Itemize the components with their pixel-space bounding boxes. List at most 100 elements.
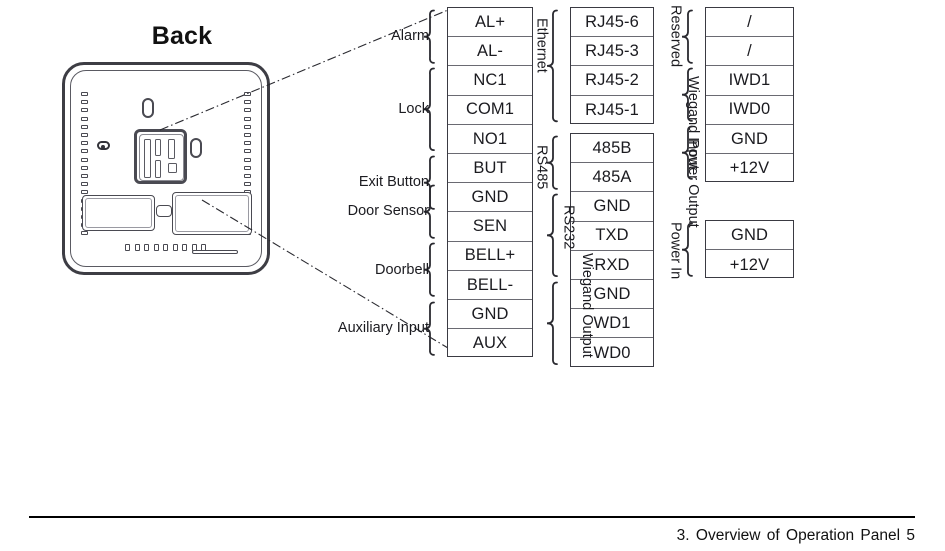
terminal-pin-label: GND (593, 284, 631, 303)
terminal-pin-label: RJ45-2 (585, 71, 639, 90)
pin-header-2 (155, 139, 161, 156)
mount-hole-top (142, 98, 154, 118)
vent-slot (81, 92, 88, 96)
connector-block (134, 129, 187, 184)
vent-slot (172, 244, 178, 251)
tamper-switch-icon (97, 141, 110, 150)
terminal-group-label: Ethernet (533, 18, 550, 73)
terminal-pin-label: GND (471, 304, 509, 323)
vent-slot (182, 244, 187, 251)
vent-slot (81, 157, 88, 162)
vent-slot (134, 244, 140, 251)
group-brace (546, 193, 558, 277)
vent-slot (81, 124, 88, 129)
vent-slot (244, 141, 251, 146)
terminal-group-label: Alarm (391, 28, 429, 45)
terminal-pin-label: AL- (477, 42, 503, 61)
terminal-pin-label: 485A (592, 168, 632, 187)
vent-slot (81, 231, 88, 236)
terminal-pin-row: +12V (706, 250, 793, 279)
terminal-pin-label: IWD0 (728, 100, 771, 119)
vent-slot (244, 92, 251, 96)
vent-slot (244, 108, 251, 113)
vent-slot (244, 182, 251, 187)
terminal-group-label: Wiegand Output (579, 252, 595, 358)
vent-slot (163, 244, 168, 251)
bottom-slot (192, 250, 238, 254)
vent-slot (81, 149, 88, 154)
footer-caption: 3. Overview of Operation Panel 5 (676, 527, 915, 544)
pin-header-4 (168, 139, 175, 159)
label-plate-left-inner (85, 198, 152, 228)
vent-slot (81, 182, 88, 187)
terminal-pin-label: +12V (729, 255, 770, 274)
terminal-pin-label: IWD1 (728, 71, 771, 90)
terminal-pin-row: GND (448, 300, 532, 330)
diagram-page: Back AL+ AL- NC1 COM1 NO1 BUT GND SEN BE… (0, 0, 945, 551)
terminal-pin-label: / (747, 42, 752, 61)
vent-slot (81, 190, 88, 195)
terminal-pin-row: RJ45-1 (571, 96, 653, 125)
terminal-pin-row: NO1 (448, 125, 532, 154)
center-nub (156, 205, 172, 217)
label-plate-right-inner (175, 195, 249, 232)
vent-slot (144, 244, 149, 251)
label-plate-left (82, 195, 155, 231)
terminal-pin-row: BELL+ (448, 242, 532, 271)
terminal-pin-label: / (747, 12, 752, 31)
label-plate-right (172, 192, 252, 235)
terminal-pin-label: BELL+ (464, 246, 516, 265)
terminal-pin-row: BUT (448, 154, 532, 184)
terminal-pin-row: IWD0 (706, 96, 793, 125)
terminal-pin-label: GND (593, 197, 631, 216)
terminal-group-label: Doorbell (375, 261, 429, 278)
reserved-wiegand-power-terminal-strip: / / IWD1 IWD0 GND +12V (705, 7, 794, 183)
terminal-pin-row: NC1 (448, 66, 532, 96)
vent-slot (125, 244, 130, 251)
terminal-pin-row: GND (571, 192, 653, 222)
terminal-pin-label: GND (471, 187, 509, 206)
vent-slot (81, 174, 88, 178)
terminal-pin-row: COM1 (448, 96, 532, 125)
terminal-pin-label: NO1 (472, 129, 508, 148)
terminal-group-label: Lock (398, 101, 429, 118)
terminal-pin-row: GND (448, 183, 532, 213)
vent-slot (244, 157, 251, 162)
terminal-pin-row: IWD1 (706, 66, 793, 96)
terminal-group-label: Power In (667, 222, 684, 280)
terminal-pin-row: SEN (448, 212, 532, 242)
terminal-pin-row: 485B (571, 134, 653, 164)
terminal-group-label: RS485 (533, 145, 550, 190)
pin-header-5 (168, 163, 177, 173)
terminal-pin-label: BELL- (466, 275, 514, 294)
power-in-terminal-strip: GND +12V (705, 220, 794, 279)
vent-slot (244, 165, 251, 170)
terminal-pin-label: RXD (594, 255, 630, 274)
vent-slot (244, 100, 251, 105)
vent-slot (153, 244, 159, 251)
terminal-pin-row: AL+ (448, 8, 532, 38)
terminal-pin-label: +12V (729, 159, 770, 178)
pin-header-3 (155, 160, 161, 178)
terminal-pin-label: AL+ (474, 12, 506, 31)
terminal-pin-row: +12V (706, 154, 793, 183)
vent-slot (81, 141, 88, 146)
vent-slot (244, 149, 251, 154)
terminal-pin-row: RJ45-3 (571, 37, 653, 67)
pin-header-1 (144, 139, 151, 178)
terminal-pin-label: AUX (472, 334, 508, 353)
vent-slot (81, 116, 88, 121)
vent-slot (244, 116, 251, 121)
terminal-pin-row: RJ45-2 (571, 66, 653, 96)
device-title: Back (151, 22, 213, 50)
terminal-pin-label: TXD (595, 226, 629, 245)
terminal-pin-label: WD1 (593, 313, 631, 332)
vent-slot (81, 108, 88, 113)
terminal-pin-label: GND (731, 129, 768, 148)
footer-divider (29, 516, 915, 518)
terminal-pin-label: RJ45-3 (585, 42, 639, 61)
terminal-pin-label: RJ45-1 (585, 100, 639, 119)
vent-slot (244, 174, 251, 178)
vent-slot (244, 133, 251, 137)
terminal-pin-row: RJ45-6 (571, 8, 653, 38)
